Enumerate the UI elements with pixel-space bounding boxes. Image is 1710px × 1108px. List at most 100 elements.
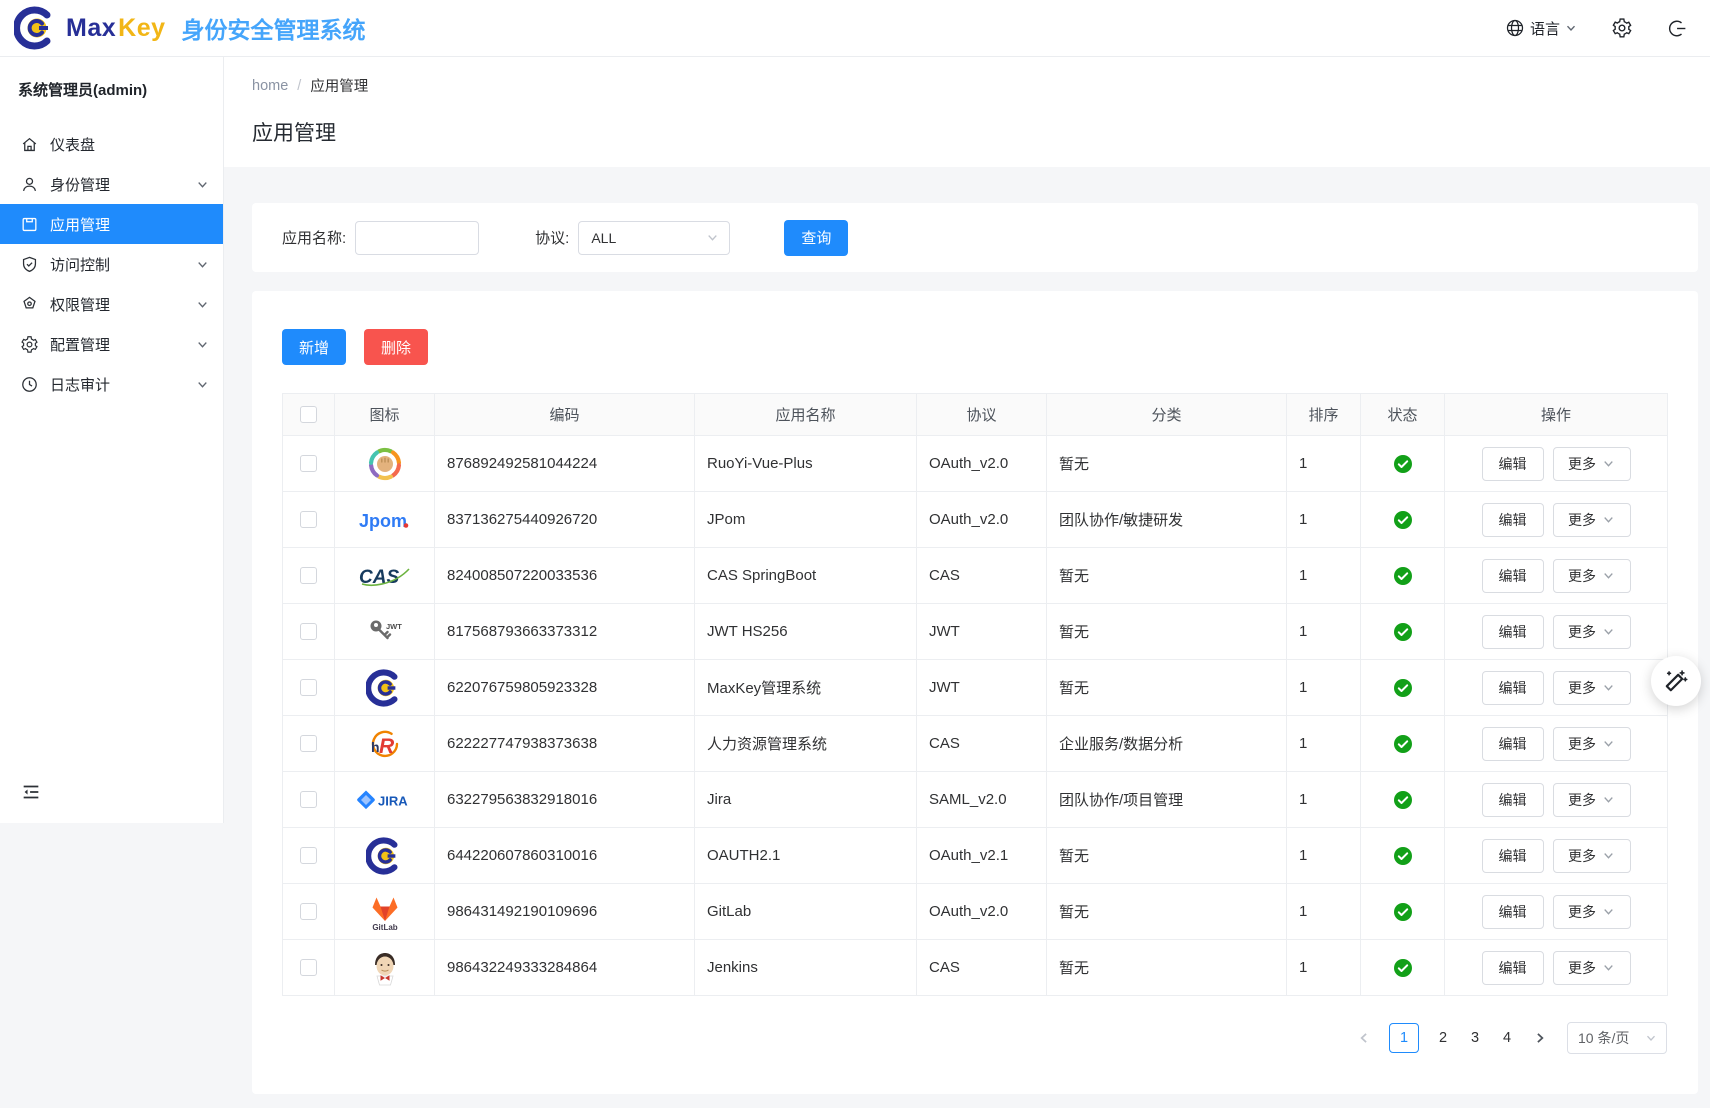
more-button[interactable]: 更多 [1553,447,1631,481]
app-name-cell: CAS SpringBoot [695,548,917,604]
query-button[interactable]: 查询 [784,220,848,256]
app-sort-cell: 1 [1287,492,1361,548]
app-sort-cell: 1 [1287,716,1361,772]
more-button[interactable]: 更多 [1553,951,1631,985]
sidebar-item-badge[interactable]: 权限管理 [0,284,223,324]
app-category-cell: 团队协作/项目管理 [1047,772,1287,828]
row-checkbox[interactable] [300,511,317,528]
row-actions-cell: 编辑更多 [1445,828,1668,884]
page-number-3[interactable]: 3 [1467,1030,1483,1046]
breadcrumb-separator: / [297,78,301,94]
row-checkbox[interactable] [300,735,317,752]
apps-icon [20,215,39,234]
edit-button[interactable]: 编辑 [1482,783,1544,817]
table-toolbar: 新增 删除 [282,329,1668,365]
app-status-cell [1361,828,1445,884]
column-header: 图标 [335,394,435,436]
row-checkbox[interactable] [300,455,317,472]
chevron-down-icon [1602,569,1615,582]
row-actions-cell: 编辑更多 [1445,772,1668,828]
sidebar-item-gear[interactable]: 配置管理 [0,324,223,364]
app-name-cell: JPom [695,492,917,548]
row-select-cell [283,828,335,884]
sidebar-item-label: 身份管理 [50,174,196,195]
add-button[interactable]: 新增 [282,329,346,365]
row-checkbox[interactable] [300,959,317,976]
page-number-2[interactable]: 2 [1435,1030,1451,1046]
edit-button[interactable]: 编辑 [1482,503,1544,537]
select-all-checkbox[interactable] [300,406,317,423]
chevron-down-icon [706,231,719,244]
app-table: 图标编码应用名称协议分类排序状态操作 876892492581044224Ruo… [282,393,1668,996]
sidebar-item-shield-check[interactable]: 访问控制 [0,244,223,284]
more-button[interactable]: 更多 [1553,503,1631,537]
chevron-down-icon [1602,625,1615,638]
edit-button[interactable]: 编辑 [1482,727,1544,761]
more-button[interactable]: 更多 [1553,727,1631,761]
more-button-label: 更多 [1568,510,1596,530]
sidebar-item-apps[interactable]: 应用管理 [0,204,223,244]
app-icon-cell [335,660,435,716]
edit-button[interactable]: 编辑 [1482,839,1544,873]
prev-page-button[interactable] [1355,1031,1373,1045]
row-actions-cell: 编辑 更多 [1445,492,1668,548]
row-checkbox[interactable] [300,567,317,584]
page-number-1[interactable]: 1 [1389,1023,1419,1053]
language-switcher[interactable]: 语言 [1505,18,1577,39]
edit-button[interactable]: 编辑 [1482,895,1544,929]
row-checkbox[interactable] [300,847,317,864]
app-name-cell: RuoYi-Vue-Plus [695,436,917,492]
row-select-cell [283,436,335,492]
edit-button[interactable]: 编辑 [1482,559,1544,593]
assistant-wand-button[interactable] [1651,656,1701,706]
settings-button[interactable] [1611,17,1633,39]
app-category-cell: 暂无 [1047,436,1287,492]
row-checkbox[interactable] [300,623,317,640]
more-button[interactable]: 更多 [1553,895,1631,929]
app-protocol-cell: OAuth_v2.0 [917,884,1047,940]
sidebar-item-clock[interactable]: 日志审计 [0,364,223,404]
page-number-4[interactable]: 4 [1499,1030,1515,1046]
row-checkbox[interactable] [300,903,317,920]
gear-icon [1611,17,1633,39]
more-button[interactable]: 更多 [1553,783,1631,817]
sidebar-collapse-button[interactable] [20,781,42,803]
main-content: home / 应用管理 应用管理 应用名称: 协议: ALL [224,57,1710,1108]
page-size-select[interactable]: 10 条/页 [1567,1022,1667,1054]
more-button[interactable]: 更多 [1553,615,1631,649]
column-header: 协议 [917,394,1047,436]
table-row: 622076759805923328MaxKey管理系统JWT暂无1编辑更多 [283,660,1668,716]
app-category-cell: 暂无 [1047,884,1287,940]
filter-bar: 应用名称: 协议: ALL 查询 [252,203,1698,272]
breadcrumb-home-link[interactable]: home [252,78,288,94]
chevron-down-icon [1602,681,1615,694]
row-checkbox[interactable] [300,791,317,808]
app-name-input[interactable] [355,221,479,255]
app-icon-cell [335,940,435,996]
next-page-button[interactable] [1531,1031,1549,1045]
more-button[interactable]: 更多 [1553,559,1631,593]
edit-button[interactable]: 编辑 [1482,615,1544,649]
menu-fold-icon [20,781,42,803]
sidebar-item-home[interactable]: 仪表盘 [0,124,223,164]
app-name-cell: JWT HS256 [695,604,917,660]
protocol-select[interactable]: ALL [578,221,730,255]
row-checkbox[interactable] [300,679,317,696]
svg-text:JIRA: JIRA [378,793,408,808]
edit-button[interactable]: 编辑 [1482,671,1544,705]
app-code-cell: 644220607860310016 [435,828,695,884]
edit-button[interactable]: 编辑 [1482,951,1544,985]
more-button[interactable]: 更多 [1553,839,1631,873]
sidebar-item-label: 配置管理 [50,334,196,355]
edit-button[interactable]: 编辑 [1482,447,1544,481]
more-button[interactable]: 更多 [1553,671,1631,705]
delete-button[interactable]: 删除 [364,329,428,365]
sidebar-menu: 仪表盘身份管理应用管理访问控制权限管理配置管理日志审计 [0,124,223,404]
app-sort-cell: 1 [1287,548,1361,604]
row-select-cell [283,772,335,828]
sidebar-item-user[interactable]: 身份管理 [0,164,223,204]
logout-button[interactable] [1667,18,1688,39]
app-protocol-cell: OAuth_v2.0 [917,492,1047,548]
row-actions-cell: 编辑更多 [1445,604,1668,660]
row-actions-cell: 编辑更多 [1445,716,1668,772]
